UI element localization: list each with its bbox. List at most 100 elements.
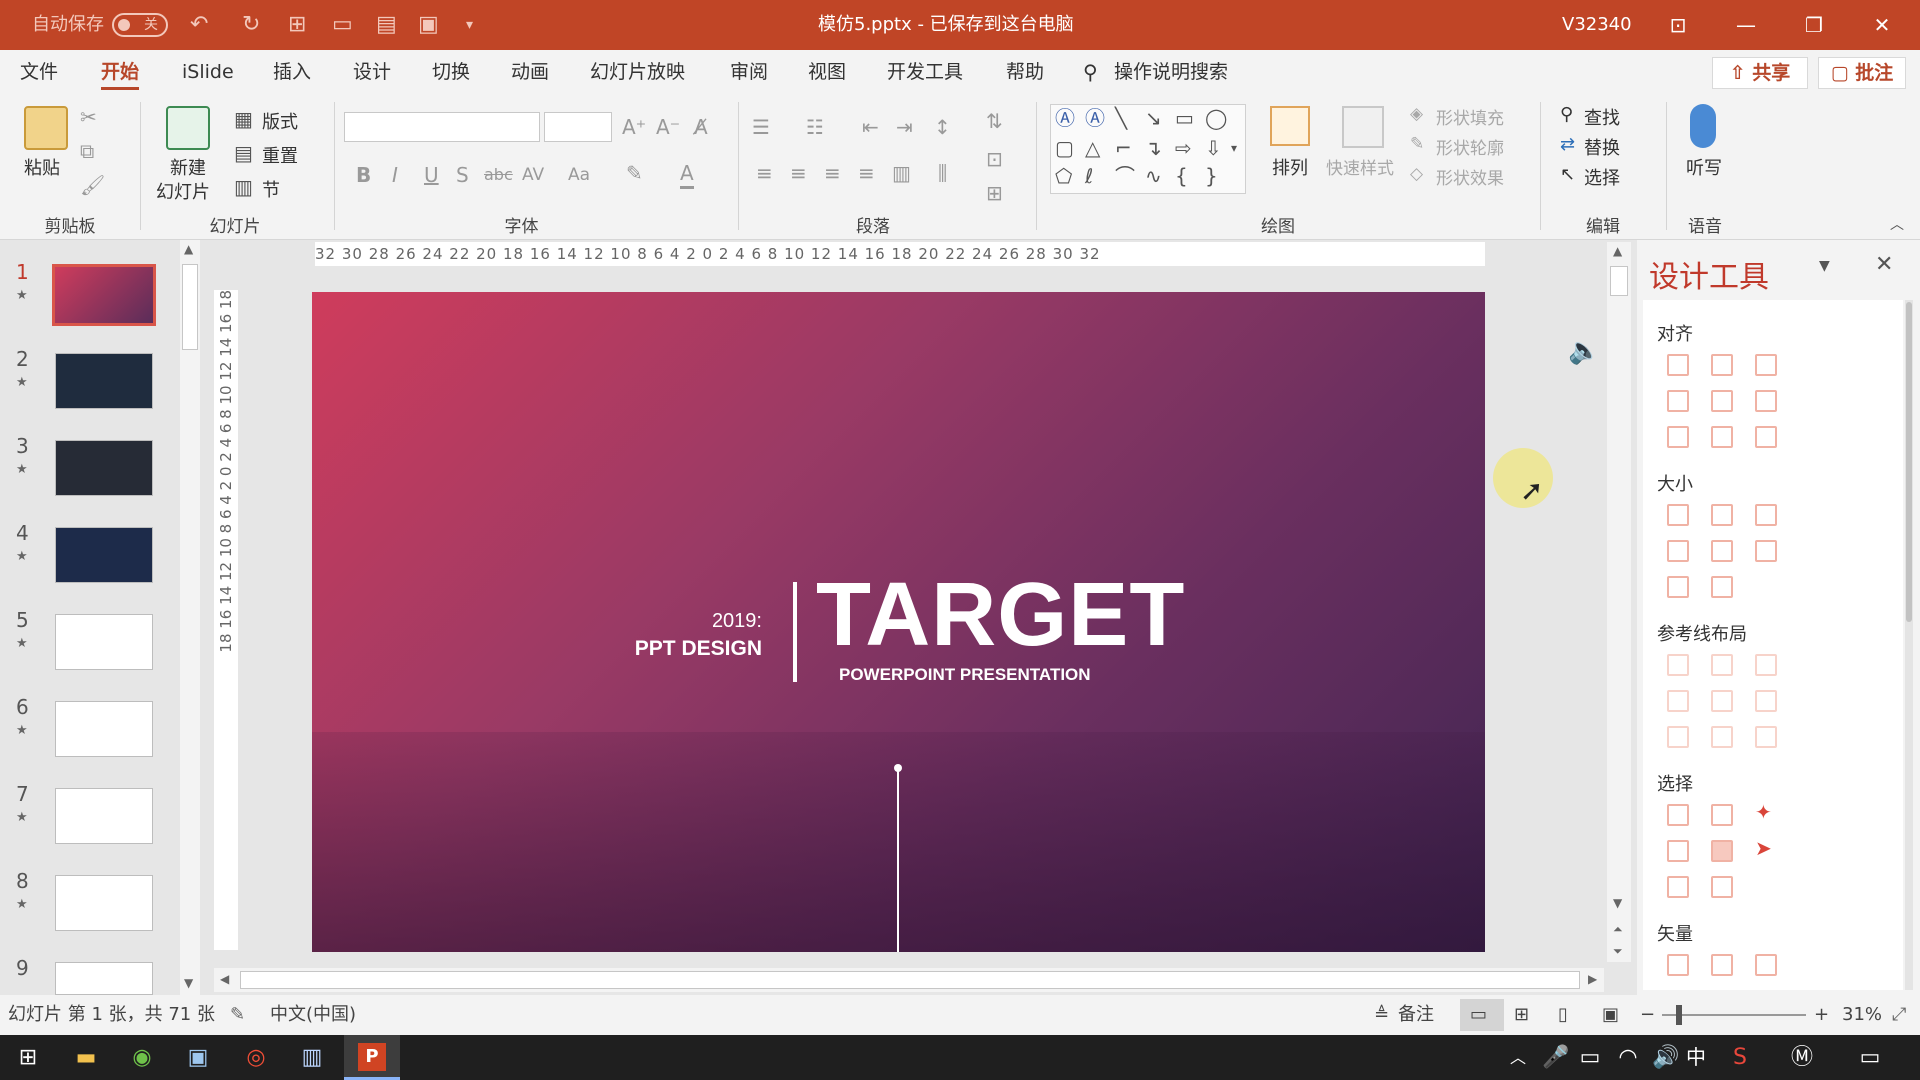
fit-width-icon[interactable] xyxy=(1667,540,1689,562)
rectangle-icon[interactable]: ▭ xyxy=(1175,105,1194,131)
justify-icon[interactable]: ≡ xyxy=(858,160,875,186)
arrow-line-icon[interactable]: ↘ xyxy=(1145,105,1162,131)
shape-effects-button[interactable]: 形状效果 xyxy=(1436,164,1504,189)
zoom-in-icon[interactable]: + xyxy=(1814,995,1829,1035)
slide-thumbnail[interactable] xyxy=(55,353,153,409)
close-icon[interactable]: ✕ xyxy=(1852,0,1912,50)
align-bottom-icon[interactable] xyxy=(1755,390,1777,412)
tab-animations[interactable]: 动画 xyxy=(511,50,549,94)
save-icon[interactable]: ▣ xyxy=(418,0,439,50)
scribble-icon[interactable]: ℓ xyxy=(1085,163,1093,189)
ribbon-display-icon[interactable]: ⊡ xyxy=(1648,0,1708,50)
numbering-icon[interactable]: ☷ xyxy=(806,114,824,140)
freeform-icon[interactable]: ⬠ xyxy=(1055,163,1072,189)
distribute-grid-icon[interactable] xyxy=(1755,426,1777,448)
reading-view-icon[interactable]: ▯ xyxy=(1558,995,1568,1035)
scroll-thumb[interactable] xyxy=(182,264,198,350)
microphone-icon[interactable] xyxy=(1690,104,1716,148)
font-color-button[interactable]: A xyxy=(680,160,694,189)
textbox-icon[interactable]: Ⓐ xyxy=(1055,105,1075,131)
remote-desktop-icon[interactable]: ▣ xyxy=(170,1035,226,1080)
quick-styles-icon[interactable] xyxy=(1342,106,1384,148)
guide-top-icon[interactable] xyxy=(1667,690,1689,712)
extend-left-icon[interactable] xyxy=(1667,576,1689,598)
slide-hscrollbar[interactable]: ◀ ▶ xyxy=(214,968,1604,992)
present-icon[interactable]: ⊞ xyxy=(288,0,306,50)
vertical-textbox-icon[interactable]: Ⓐ xyxy=(1085,105,1105,131)
find-icon[interactable]: ⚲ xyxy=(1560,104,1573,125)
tab-transitions[interactable]: 切换 xyxy=(432,50,470,94)
notes-icon[interactable]: ≜ xyxy=(1374,995,1389,1035)
speaker-icon[interactable]: 🔈 xyxy=(1568,336,1600,366)
align-center-icon[interactable]: ≡ xyxy=(790,160,807,186)
tab-design[interactable]: 设计 xyxy=(353,50,391,94)
text-direction-icon[interactable]: ⇅ xyxy=(986,108,1003,134)
same-height-icon[interactable] xyxy=(1711,504,1733,526)
guide-hspan-icon[interactable] xyxy=(1667,726,1689,748)
vector-union-icon[interactable] xyxy=(1667,954,1689,976)
share-button[interactable]: ⇧ 共享 xyxy=(1712,57,1808,89)
sogou-ime-icon[interactable]: S xyxy=(1712,1035,1768,1080)
align-left-icon[interactable]: ≡ xyxy=(756,160,773,186)
change-case-button[interactable]: Aa xyxy=(568,162,590,188)
slide-vscrollbar[interactable]: ▲ ▼ ⏶ ⏷ xyxy=(1607,242,1631,962)
outline-icon[interactable]: ✎ xyxy=(1410,134,1424,154)
gallery-more-icon[interactable]: ▾ xyxy=(1231,135,1237,161)
panel-scrollbar[interactable] xyxy=(1905,300,1913,990)
customize-qat-icon[interactable]: ▾ xyxy=(466,0,473,50)
align-center-icon[interactable] xyxy=(1711,354,1733,376)
guide-bottom-icon[interactable] xyxy=(1755,690,1777,712)
language-indicator[interactable]: 中文(中国) xyxy=(270,995,356,1035)
scroll-down-icon[interactable]: ▼ xyxy=(184,976,193,990)
next-slide-icon[interactable]: ⏷ xyxy=(1613,944,1623,959)
collapse-ribbon-icon[interactable]: ︿ xyxy=(1890,212,1904,238)
down-arrow-icon[interactable]: ⇩ xyxy=(1205,135,1222,161)
spelling-icon[interactable]: ✎ xyxy=(230,995,245,1035)
slide-title[interactable]: TARGET xyxy=(816,567,1185,663)
guide-grid-icon[interactable] xyxy=(1755,726,1777,748)
scroll-thumb[interactable] xyxy=(1610,266,1628,296)
new-slide-label-2[interactable]: 幻灯片 xyxy=(156,178,210,204)
char-spacing-button[interactable]: AV xyxy=(522,162,544,188)
triangle-icon[interactable]: △ xyxy=(1085,135,1100,161)
chrome-icon[interactable]: ◎ xyxy=(228,1035,284,1080)
tab-insert[interactable]: 插入 xyxy=(273,50,311,94)
same-size-icon[interactable] xyxy=(1755,504,1777,526)
previous-slide-icon[interactable]: ⏶ xyxy=(1613,922,1623,937)
arrange-button[interactable]: 排列 xyxy=(1272,154,1308,180)
tab-file[interactable]: 文件 xyxy=(20,50,58,94)
tab-islide[interactable]: iSlide xyxy=(182,50,234,94)
line-icon[interactable]: ╲ xyxy=(1115,105,1127,131)
bullets-icon[interactable]: ☰ xyxy=(752,114,770,140)
zoom-level[interactable]: 31% xyxy=(1842,995,1882,1035)
select-cursor-icon[interactable]: ➤ xyxy=(1755,836,1772,860)
redo-icon[interactable]: ↻ xyxy=(242,0,260,50)
slide-thumbnail[interactable] xyxy=(55,875,153,931)
slideshow-view-icon[interactable]: ▣ xyxy=(1602,995,1619,1035)
tab-help[interactable]: 帮助 xyxy=(1006,50,1044,94)
new-doc-icon[interactable]: ▭ xyxy=(332,0,353,50)
select-stack-icon[interactable] xyxy=(1711,876,1733,898)
magic-wand-icon[interactable]: ✦ xyxy=(1755,800,1772,824)
grow-font-icon[interactable]: A⁺ xyxy=(622,114,646,140)
distribute-h-icon[interactable] xyxy=(1667,426,1689,448)
align-middle-icon[interactable] xyxy=(1711,390,1733,412)
replace-icon[interactable]: ⇄ xyxy=(1560,134,1575,155)
tab-slideshow[interactable]: 幻灯片放映 xyxy=(590,50,685,94)
elbow-arrow-icon[interactable]: ↴ xyxy=(1145,135,1162,161)
distribute-v-icon[interactable] xyxy=(1711,426,1733,448)
underline-button[interactable]: U xyxy=(424,162,439,188)
select-same-icon[interactable] xyxy=(1667,804,1689,826)
shape-outline-button[interactable]: 形状轮廓 xyxy=(1436,134,1504,159)
zoom-slider[interactable] xyxy=(1662,1014,1806,1016)
align-left-icon[interactable] xyxy=(1667,354,1689,376)
clear-format-icon[interactable]: A̸ xyxy=(694,114,708,140)
font-name-input[interactable] xyxy=(344,112,540,142)
left-brace-icon[interactable]: { xyxy=(1175,163,1188,189)
scroll-left-icon[interactable]: ◀ xyxy=(220,972,229,986)
fit-height-icon[interactable] xyxy=(1711,540,1733,562)
cut-icon[interactable]: ✂ xyxy=(80,104,97,130)
scroll-down-icon[interactable]: ▼ xyxy=(1613,896,1622,910)
same-width-icon[interactable] xyxy=(1667,504,1689,526)
scroll-thumb[interactable] xyxy=(240,971,1580,989)
